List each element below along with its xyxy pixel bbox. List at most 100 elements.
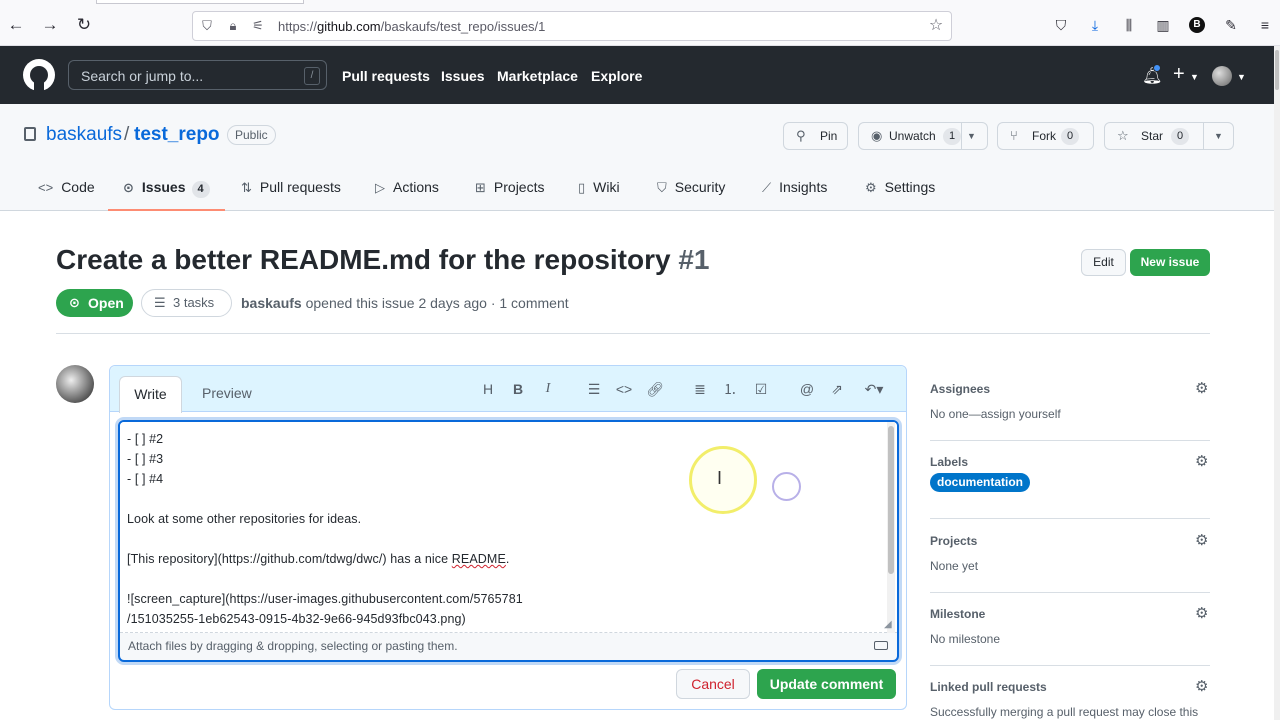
active-tab-indicator (108, 209, 225, 211)
tab-code[interactable]: <> Code (38, 179, 95, 195)
tab-settings[interactable]: ⚙ Settings (865, 179, 935, 196)
github-logo-icon[interactable] (23, 59, 55, 91)
tab-wiki[interactable]: ▯ Wiki (578, 179, 620, 196)
tab-preview[interactable]: Preview (202, 385, 252, 401)
repo-owner-link[interactable]: baskaufs (46, 124, 122, 146)
avatar[interactable] (1212, 66, 1232, 86)
divider (930, 440, 1210, 441)
tab-security[interactable]: ⛉ Security (657, 179, 725, 196)
cancel-button[interactable]: Cancel (676, 669, 750, 699)
tab-projects[interactable]: ⊞ Projects (475, 179, 544, 196)
task-list-icon[interactable]: ☑ (752, 380, 770, 398)
gear-icon[interactable]: ⚙ (1195, 379, 1208, 397)
markdown-icon[interactable] (874, 641, 888, 650)
shield-icon: ⛉ (657, 180, 667, 195)
pull-request-icon: ⇅ (241, 180, 252, 195)
gear-icon[interactable]: ⚙ (1195, 677, 1208, 695)
permissions-icon[interactable]: ⚟ (250, 18, 266, 34)
code-icon[interactable]: <> (615, 380, 633, 398)
download-icon[interactable]: ⤓ (1086, 16, 1104, 34)
quote-icon[interactable]: ☰ (585, 380, 603, 398)
tab-insights[interactable]: ⟋ Insights (762, 179, 827, 196)
divider (56, 333, 1210, 334)
edit-title-button[interactable]: Edit (1081, 249, 1126, 276)
nav-issues[interactable]: Issues (441, 68, 485, 84)
assign-yourself-link[interactable]: No one—assign yourself (930, 407, 1061, 421)
lock-icon[interactable]: 🔒︎ (225, 18, 241, 34)
star-icon: ☆ (1117, 128, 1129, 143)
nav-explore[interactable]: Explore (591, 68, 642, 84)
divider (930, 665, 1210, 666)
create-new-plus-icon[interactable]: + (1173, 63, 1185, 86)
ordered-list-icon[interactable]: ⒈ (721, 380, 739, 398)
comment-body-textarea[interactable]: - [ ] #2 - [ ] #3 - [ ] #4 Look at some … (118, 420, 899, 662)
chevron-down-icon[interactable]: ▼ (1190, 72, 1199, 82)
tab-write[interactable]: Write (119, 376, 182, 413)
forward-icon[interactable]: → (40, 15, 60, 35)
extension-icon[interactable]: ✎ (1222, 16, 1240, 34)
gear-icon[interactable]: ⚙ (1195, 531, 1208, 549)
editor-header: Write Preview H B I ☰ <> 🔗︎ ≣ ⒈ ☑ @ ⇗ ↶▾ (110, 366, 906, 413)
back-icon[interactable]: ← (6, 15, 26, 35)
tab-pull-requests[interactable]: ⇅ Pull requests (241, 179, 341, 196)
browser-tab-edge[interactable] (96, 0, 304, 4)
play-icon: ▷ (375, 180, 385, 195)
gear-icon[interactable]: ⚙ (1195, 604, 1208, 622)
cross-reference-icon[interactable]: ⇗ (828, 380, 846, 398)
link-icon[interactable]: 🔗︎ (646, 380, 664, 398)
divider (930, 592, 1210, 593)
italic-icon[interactable]: I (539, 380, 557, 398)
bookmark-star-icon[interactable]: ☆ (928, 18, 944, 34)
heading-icon[interactable]: H (479, 380, 497, 398)
update-comment-button[interactable]: Update comment (757, 669, 896, 699)
attach-files-hint[interactable]: Attach files by dragging & dropping, sel… (128, 639, 458, 653)
repo-icon (24, 127, 36, 141)
gear-icon[interactable]: ⚙ (1195, 452, 1208, 470)
resize-handle-icon[interactable]: ◢ (884, 619, 896, 631)
tasks-progress-badge[interactable]: ☰ 3 tasks (141, 289, 232, 317)
sidebar-icon[interactable]: ▥ (1154, 16, 1172, 34)
unwatch-button[interactable]: ◉ Unwatch 1 ▼ (858, 122, 988, 150)
repo-path-separator: / (124, 124, 130, 145)
issue-opened-icon: ⊙ (123, 180, 134, 195)
issue-number: #1 (678, 244, 710, 275)
nav-pull-requests[interactable]: Pull requests (342, 68, 430, 84)
reload-icon[interactable]: ↻ (74, 15, 94, 35)
chevron-down-icon[interactable]: ▼ (1237, 72, 1246, 82)
repo-header: baskaufs / test_repo Public ⚲ Pin ◉ Unwa… (0, 104, 1274, 211)
nav-marketplace[interactable]: Marketplace (497, 68, 578, 84)
pin-button[interactable]: ⚲ Pin (783, 122, 848, 150)
status-badge: ⊙ Open (56, 289, 133, 317)
textarea-line: [This repository](https://github.com/tdw… (127, 552, 510, 566)
repo-name-link[interactable]: test_repo (134, 124, 220, 146)
bold-icon[interactable]: B (509, 380, 527, 398)
address-bar[interactable]: ⛉ 🔒︎ ⚟ https://github.com/baskaufs/test_… (192, 11, 952, 41)
mention-icon[interactable]: @ (798, 380, 816, 398)
visibility-badge: Public (227, 125, 276, 145)
watch-count: 1 (943, 128, 962, 145)
saved-replies-icon[interactable]: ↶▾ (860, 380, 888, 398)
textarea-content[interactable]: - [ ] #2 - [ ] #3 - [ ] #4 Look at some … (120, 422, 897, 633)
url-text[interactable]: https://github.com/baskaufs/test_repo/is… (278, 19, 545, 34)
author-link[interactable]: baskaufs (241, 295, 302, 311)
chevron-down-icon[interactable]: ▼ (967, 123, 976, 149)
pocket-icon[interactable]: ⛉ (1052, 16, 1070, 34)
star-button[interactable]: ☆ Star 0 ▼ (1104, 122, 1234, 150)
search-input[interactable]: Search or jump to... / (68, 60, 327, 90)
spelling-error[interactable]: README (452, 552, 506, 566)
shield-icon[interactable]: ⛉ (199, 18, 215, 34)
menu-icon[interactable]: ≡ (1256, 16, 1274, 34)
textarea-scrollbar[interactable] (887, 422, 895, 633)
new-issue-button[interactable]: New issue (1130, 249, 1210, 276)
tab-issues[interactable]: ⊙ Issues 4 (123, 179, 210, 198)
profile-icon[interactable]: B (1189, 17, 1205, 33)
label-documentation[interactable]: documentation (930, 473, 1030, 492)
tab-actions[interactable]: ▷ Actions (375, 179, 439, 196)
chevron-down-icon[interactable]: ▼ (1214, 123, 1223, 149)
avatar[interactable] (56, 365, 94, 403)
unordered-list-icon[interactable]: ≣ (691, 380, 709, 398)
library-icon[interactable]: ⫼ (1120, 16, 1138, 34)
click-highlight (689, 446, 757, 514)
fork-button[interactable]: ⑂ Fork 0 (997, 122, 1094, 150)
page-scrollbar[interactable] (1274, 46, 1280, 720)
